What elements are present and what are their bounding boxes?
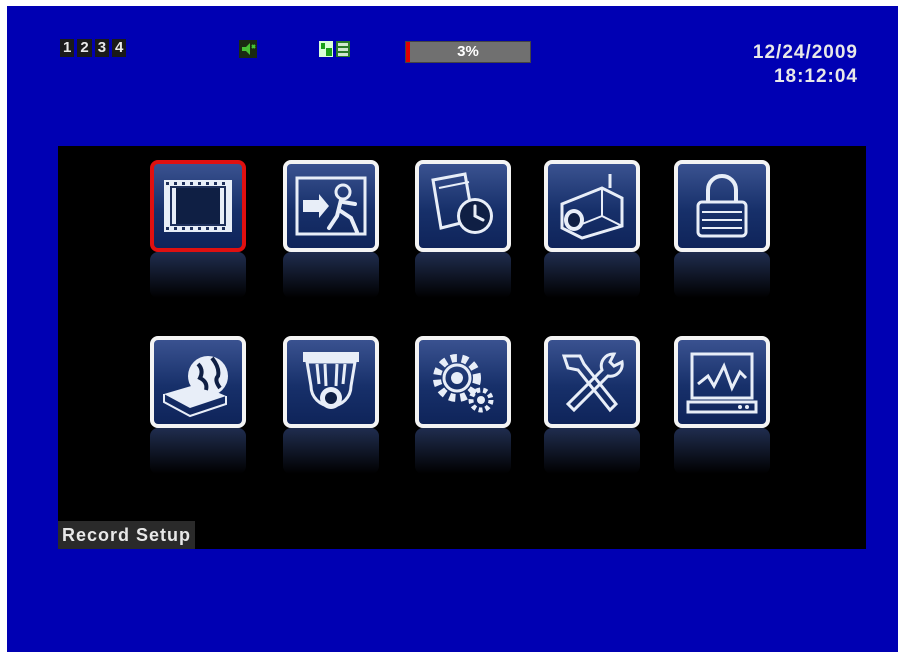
globe-dvr-icon bbox=[163, 356, 228, 418]
dome-camera-icon bbox=[303, 352, 359, 409]
date-text: 12/24/2009 bbox=[752, 42, 858, 63]
audio-status-icon bbox=[239, 40, 257, 58]
camera-icon bbox=[560, 174, 624, 240]
motion-person-icon bbox=[295, 176, 367, 236]
film-strip-icon bbox=[164, 180, 232, 232]
menu-item-record-setup[interactable] bbox=[150, 160, 246, 298]
channel-3-indicator[interactable]: 3 bbox=[94, 39, 110, 57]
menu-item-camera-setup[interactable] bbox=[544, 160, 640, 298]
menu-item-event-setup[interactable] bbox=[283, 160, 379, 298]
gears-icon bbox=[433, 354, 494, 413]
selected-menu-label: Record Setup bbox=[58, 521, 196, 549]
channel-2-indicator[interactable]: 2 bbox=[77, 39, 92, 57]
menu-item-network-setup[interactable] bbox=[150, 336, 246, 474]
datetime-display: 12/24/2009 18:12:04 bbox=[753, 41, 858, 89]
menu-item-ptz-setup[interactable] bbox=[283, 336, 379, 474]
monitor-chart-icon bbox=[686, 352, 758, 414]
record-status-icon bbox=[319, 41, 350, 57]
menu-item-system-config[interactable] bbox=[415, 336, 511, 474]
menu-item-diagnostic[interactable] bbox=[674, 336, 770, 474]
channel-1-indicator[interactable]: 1 bbox=[60, 39, 75, 57]
time-text: 18:12:04 bbox=[773, 66, 858, 87]
padlock-icon bbox=[696, 174, 748, 238]
menu-item-utility[interactable] bbox=[544, 336, 640, 474]
clock-calendar-icon bbox=[431, 172, 493, 234]
channel-4-indicator[interactable]: 4 bbox=[112, 39, 127, 57]
main-menu-panel bbox=[58, 146, 866, 549]
menu-item-account-setup[interactable] bbox=[674, 160, 770, 298]
hdd-usage-label: 3% bbox=[457, 43, 479, 60]
hdd-usage-bar: 3% bbox=[405, 41, 531, 63]
channel-indicators: 1 2 3 4 bbox=[60, 39, 127, 57]
menu-item-schedule-setup[interactable] bbox=[415, 160, 511, 298]
tools-icon bbox=[561, 352, 624, 413]
